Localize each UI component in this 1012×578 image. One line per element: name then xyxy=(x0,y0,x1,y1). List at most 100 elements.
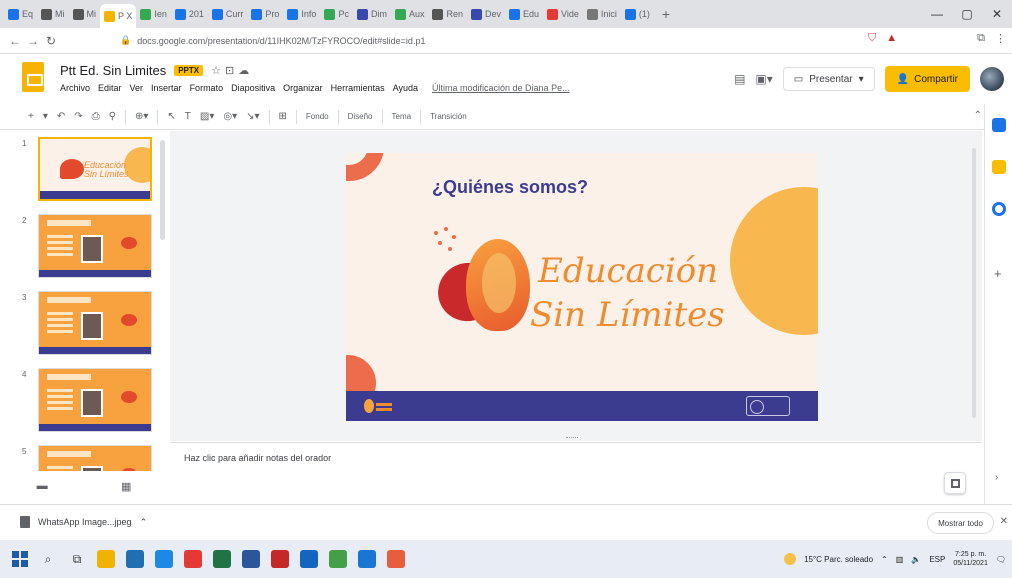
taskbar-app-icon[interactable] xyxy=(184,550,202,568)
taskbar-app-icon[interactable] xyxy=(358,550,376,568)
search-icon[interactable]: ⌕ xyxy=(39,552,57,567)
last-edit-link[interactable]: Última modificación de Diana Pe... xyxy=(432,83,570,93)
menu-item[interactable]: Archivo xyxy=(60,83,90,93)
notifications-icon[interactable]: 🗨 xyxy=(996,555,1006,564)
taskbar-app-icon[interactable] xyxy=(155,550,173,568)
comment-add-icon[interactable]: ⊞ xyxy=(279,111,287,122)
slides-logo-icon[interactable] xyxy=(22,62,44,92)
slide-thumbnail[interactable] xyxy=(38,368,152,432)
browser-tab[interactable]: Ren xyxy=(428,4,467,24)
print-icon[interactable]: ⎙ xyxy=(92,111,100,122)
undo-icon[interactable]: ↶ xyxy=(57,111,65,122)
browser-tab[interactable]: Curr xyxy=(208,4,248,24)
menu-item[interactable]: Ayuda xyxy=(393,83,418,93)
slide-canvas[interactable]: ¿Quiénes somos? Educación Sin Límites xyxy=(346,153,818,421)
browser-tab[interactable]: 201 xyxy=(171,4,208,24)
task-view-icon[interactable]: ⧉ xyxy=(68,552,86,567)
taskbar-app-icon[interactable] xyxy=(97,550,115,568)
slide-thumbnail[interactable] xyxy=(38,291,152,355)
browser-tab[interactable]: Mi xyxy=(37,4,69,24)
taskbar-app-icon[interactable] xyxy=(213,550,231,568)
volume-icon[interactable]: 🔈 xyxy=(911,555,921,564)
taskbar-app-icon[interactable] xyxy=(126,550,144,568)
taskbar-app-icon[interactable] xyxy=(329,550,347,568)
browser-tab[interactable]: Pc xyxy=(320,4,353,24)
select-icon[interactable]: ↖ xyxy=(167,111,175,122)
close-window-button[interactable]: ✕ xyxy=(982,7,1012,21)
browser-tab[interactable]: P X xyxy=(100,4,137,28)
browser-tab[interactable]: Info xyxy=(283,4,320,24)
image-icon[interactable]: ▨▾ xyxy=(200,111,214,122)
menu-item[interactable]: Insertar xyxy=(151,83,182,93)
browser-tab[interactable]: (1) xyxy=(621,4,654,24)
keep-icon[interactable] xyxy=(992,160,1006,174)
line-icon[interactable]: ↘▾ xyxy=(246,111,259,122)
comments-icon[interactable]: ▤ xyxy=(734,72,745,86)
weather-text[interactable]: 15°C Parc. soleado xyxy=(804,555,873,564)
browser-tab[interactable]: Inici xyxy=(583,4,621,24)
paint-format-icon[interactable]: ⚲ xyxy=(109,111,116,122)
browser-tab[interactable]: Eq xyxy=(4,4,37,24)
menu-item[interactable]: Ver xyxy=(130,83,144,93)
network-icon[interactable]: ▥ xyxy=(896,555,904,564)
taskbar-app-icon[interactable] xyxy=(300,550,318,568)
canvas-scrollbar[interactable] xyxy=(972,148,976,418)
forward-icon[interactable]: → xyxy=(24,34,42,48)
back-icon[interactable]: ← xyxy=(6,34,24,48)
windows-start-icon[interactable] xyxy=(12,551,28,567)
language-indicator[interactable]: ESP xyxy=(929,555,945,564)
chevron-right-icon[interactable]: › xyxy=(995,472,998,483)
calendar-icon[interactable] xyxy=(992,118,1006,132)
layout-button[interactable]: Diseño xyxy=(348,112,373,121)
browser-tab[interactable]: Ien xyxy=(136,4,171,24)
star-icon[interactable]: ☆ xyxy=(211,65,225,77)
slide-thumbnail-row[interactable]: 4 xyxy=(0,368,168,438)
lock-icon[interactable]: 🔒 xyxy=(120,35,131,46)
theme-button[interactable]: Tema xyxy=(392,112,412,121)
shape-icon[interactable]: ◎▾ xyxy=(223,111,237,122)
slide-thumbnail[interactable] xyxy=(38,445,152,471)
collapse-menus-icon[interactable]: ⌃ xyxy=(974,110,982,121)
minimize-button[interactable]: — xyxy=(922,7,952,21)
redo-icon[interactable]: ↷ xyxy=(74,111,82,122)
chevron-up-icon[interactable]: ⌃ xyxy=(140,517,148,528)
grid-view-icon[interactable]: ▦ xyxy=(121,480,131,493)
avatar[interactable] xyxy=(980,67,1004,91)
shield-extension-icon[interactable]: ⛉ xyxy=(868,32,876,45)
chevron-down-icon[interactable]: ▾ xyxy=(43,111,48,122)
taskbar-app-icon[interactable] xyxy=(242,550,260,568)
slide-thumbnail[interactable]: Educación Sin Límites xyxy=(38,137,152,201)
extensions-icon[interactable]: ⧉ xyxy=(977,32,985,45)
browser-tab[interactable]: Edu xyxy=(505,4,543,24)
cloud-status-icon[interactable]: ☁ xyxy=(238,65,253,77)
slide-title[interactable]: ¿Quiénes somos? xyxy=(432,177,588,198)
maximize-button[interactable]: ▢ xyxy=(952,7,982,21)
browser-tab[interactable]: Dim xyxy=(353,4,391,24)
reload-icon[interactable]: ↻ xyxy=(42,34,60,48)
slide-thumbnail-row[interactable]: 2 xyxy=(0,214,168,284)
explore-button[interactable] xyxy=(944,472,966,494)
slide-brand-text[interactable]: Educación Sin Límites xyxy=(530,249,725,337)
present-button[interactable]: ▭ Presentar ▾ xyxy=(782,67,875,91)
browser-tab[interactable]: Pro xyxy=(247,4,283,24)
menu-item[interactable]: Organizar xyxy=(283,83,323,93)
browser-tab[interactable]: Mi xyxy=(69,4,101,24)
browser-tab[interactable]: Aux xyxy=(391,4,429,24)
share-button[interactable]: 👤 Compartir xyxy=(884,66,970,92)
chevron-down-icon[interactable]: ▾ xyxy=(859,74,864,85)
slide-thumbnail-row[interactable]: 5 xyxy=(0,445,168,471)
taskbar-app-icon[interactable] xyxy=(387,550,405,568)
menu-item[interactable]: Editar xyxy=(98,83,122,93)
menu-item[interactable]: Formato xyxy=(190,83,224,93)
weather-icon[interactable] xyxy=(784,553,797,565)
zoom-icon[interactable]: ⊕▾ xyxy=(135,111,148,122)
clock[interactable]: 7:25 p. m. 05/11/2021 xyxy=(953,550,988,568)
document-title[interactable]: Ptt Ed. Sin Limites xyxy=(60,63,166,78)
url-field[interactable]: 🔒 docs.google.com/presentation/d/11IHK02… xyxy=(120,31,840,51)
close-icon[interactable]: ✕ xyxy=(1000,516,1008,527)
slide-thumbnail-row[interactable]: 1 Educación Sin Límites xyxy=(0,137,168,207)
meet-icon[interactable]: ▣▾ xyxy=(755,72,772,86)
download-item[interactable]: WhatsApp Image...jpeg ⌃ xyxy=(20,516,147,528)
textbox-icon[interactable]: T xyxy=(185,111,191,122)
menu-item[interactable]: Herramientas xyxy=(331,83,385,93)
